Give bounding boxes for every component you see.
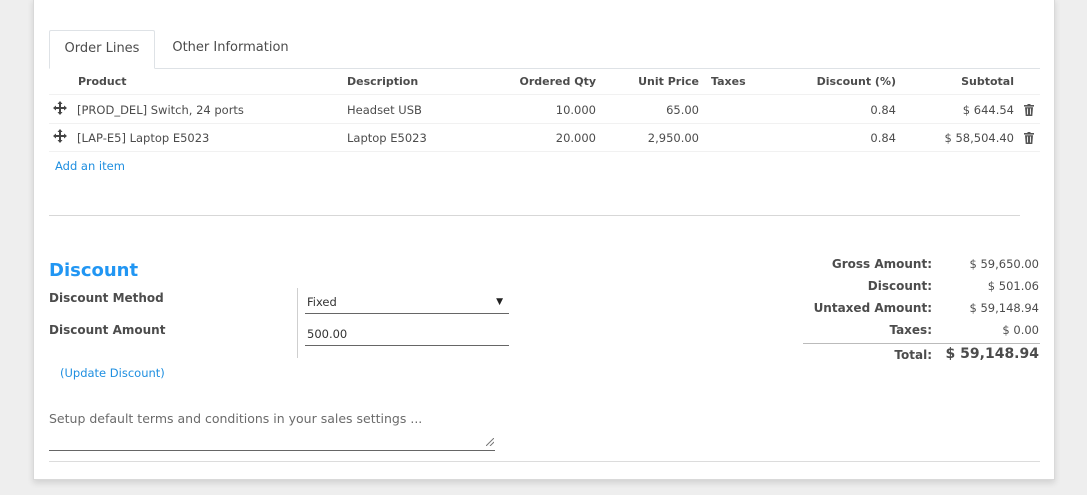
tab-other-information[interactable]: Other Information [159, 30, 302, 69]
col-header-product[interactable]: Product [78, 75, 127, 88]
discount-total-value: $ 501.06 [987, 279, 1039, 293]
add-item-link[interactable]: Add an item [55, 159, 125, 173]
trash-icon[interactable] [1024, 132, 1034, 144]
section-separator [49, 215, 1020, 216]
header-divider [49, 94, 1040, 95]
col-header-unit-price[interactable]: Unit Price [619, 75, 699, 88]
row-1-description[interactable]: Headset USB [347, 103, 422, 117]
terms-notes-textarea[interactable]: Setup default terms and conditions in yo… [49, 404, 495, 451]
total-value: $ 59,148.94 [945, 346, 1039, 362]
taxes-label: Taxes: [889, 323, 932, 337]
tab-order-lines[interactable]: Order Lines [49, 30, 155, 69]
gross-amount-value: $ 59,650.00 [969, 257, 1040, 271]
tab-divider [49, 68, 1040, 69]
discount-section-title: Discount [49, 260, 139, 281]
totals-divider [803, 343, 1040, 344]
discount-total-label: Discount: [867, 279, 932, 293]
row-2-subtotal[interactable]: $ 58,504.40 [914, 131, 1015, 145]
row-1-subtotal[interactable]: $ 644.54 [914, 103, 1014, 117]
footer-divider [49, 461, 1040, 462]
discount-method-value: Fixed [307, 295, 337, 309]
row-2-description[interactable]: Laptop E5023 [347, 131, 427, 145]
col-header-description[interactable]: Description [347, 75, 418, 88]
row-1-product[interactable]: [PROD_DEL] Switch, 24 ports [77, 103, 244, 117]
row-1-discount[interactable]: 0.84 [796, 103, 896, 117]
discount-method-select[interactable]: Fixed ▼ [305, 290, 509, 314]
row-1-unit-price[interactable]: 65.00 [599, 103, 699, 117]
untaxed-amount-label: Untaxed Amount: [813, 301, 932, 315]
discount-method-label: Discount Method [49, 291, 164, 305]
untaxed-amount-value: $ 59,148.94 [969, 301, 1040, 315]
row-1-ordered-qty[interactable]: 10.000 [496, 103, 596, 117]
order-form-sheet: Order Lines Other Information Product De… [33, 0, 1055, 480]
total-label: Total: [894, 348, 932, 362]
terms-placeholder: Setup default terms and conditions in yo… [49, 411, 423, 426]
field-divider [297, 288, 298, 358]
caret-down-icon: ▼ [496, 297, 503, 307]
col-header-ordered-qty[interactable]: Ordered Qty [496, 75, 596, 88]
row-2-discount[interactable]: 0.84 [796, 131, 896, 145]
row-divider [49, 123, 1040, 124]
col-header-subtotal[interactable]: Subtotal [924, 75, 1014, 88]
row-divider [49, 151, 1040, 152]
discount-amount-label: Discount Amount [49, 323, 166, 337]
gross-amount-label: Gross Amount: [831, 257, 932, 271]
col-header-taxes[interactable]: Taxes [711, 75, 746, 88]
update-discount-link[interactable]: (Update Discount) [60, 366, 165, 380]
row-2-unit-price[interactable]: 2,950.00 [599, 131, 699, 145]
row-2-ordered-qty[interactable]: 20.000 [496, 131, 596, 145]
taxes-value: $ 0.00 [1002, 323, 1039, 337]
row-2-product[interactable]: [LAP-E5] Laptop E5023 [77, 131, 209, 145]
resize-grip-icon[interactable] [485, 434, 495, 449]
col-header-discount[interactable]: Discount (%) [786, 75, 896, 88]
drag-handle-icon[interactable] [53, 129, 67, 147]
drag-handle-icon[interactable] [53, 101, 67, 119]
trash-icon[interactable] [1024, 104, 1034, 116]
discount-amount-input[interactable]: 500.00 [305, 322, 509, 346]
